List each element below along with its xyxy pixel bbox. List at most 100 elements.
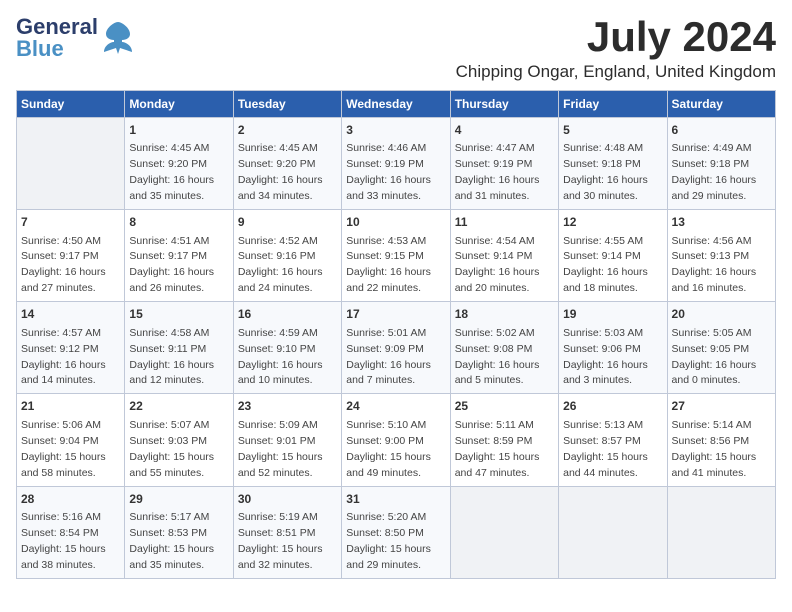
- day-info: Sunrise: 4:54 AM Sunset: 9:14 PM Dayligh…: [455, 235, 540, 295]
- day-number: 8: [129, 214, 228, 231]
- day-info: Sunrise: 5:02 AM Sunset: 9:08 PM Dayligh…: [455, 327, 540, 387]
- day-info: Sunrise: 4:57 AM Sunset: 9:12 PM Dayligh…: [21, 327, 106, 387]
- week-row-3: 14 Sunrise: 4:57 AM Sunset: 9:12 PM Dayli…: [17, 302, 776, 394]
- calendar-cell: 4 Sunrise: 4:47 AM Sunset: 9:19 PM Daylig…: [450, 118, 558, 210]
- day-number: 4: [455, 122, 554, 139]
- day-info: Sunrise: 4:53 AM Sunset: 9:15 PM Dayligh…: [346, 235, 431, 295]
- day-number: 2: [238, 122, 337, 139]
- day-number: 15: [129, 306, 228, 323]
- calendar-cell: 24Sunrise: 5:10 AM Sunset: 9:00 PM Dayli…: [342, 394, 450, 486]
- day-info: Sunrise: 5:11 AM Sunset: 8:59 PM Dayligh…: [455, 419, 540, 479]
- calendar-cell: [17, 118, 125, 210]
- day-number: 3: [346, 122, 445, 139]
- calendar-cell: 27 Sunrise: 5:14 AM Sunset: 8:56 PM Dayli…: [667, 394, 775, 486]
- calendar-cell: 16 Sunrise: 4:59 AM Sunset: 9:10 PM Dayli…: [233, 302, 341, 394]
- calendar-cell: 18 Sunrise: 5:02 AM Sunset: 9:08 PM Dayli…: [450, 302, 558, 394]
- day-info: Sunrise: 5:14 AM Sunset: 8:56 PM Dayligh…: [672, 419, 757, 479]
- calendar-cell: 5 Sunrise: 4:48 AM Sunset: 9:18 PM Daylig…: [559, 118, 667, 210]
- day-info: Sunrise: 4:48 AM Sunset: 9:18 PM Dayligh…: [563, 142, 648, 202]
- calendar-cell: 19 Sunrise: 5:03 AM Sunset: 9:06 PM Dayli…: [559, 302, 667, 394]
- day-number: 18: [455, 306, 554, 323]
- calendar-cell: 30 Sunrise: 5:19 AM Sunset: 8:51 PM Dayli…: [233, 486, 341, 578]
- day-info: Sunrise: 5:03 AM Sunset: 9:06 PM Dayligh…: [563, 327, 648, 387]
- calendar-cell: 21Sunrise: 5:06 AM Sunset: 9:04 PM Dayli…: [17, 394, 125, 486]
- calendar-cell: 7Sunrise: 4:50 AM Sunset: 9:17 PM Daylig…: [17, 210, 125, 302]
- weekday-header-row: SundayMondayTuesdayWednesdayThursdayFrid…: [17, 91, 776, 118]
- header-wednesday: Wednesday: [342, 91, 450, 118]
- calendar-cell: 29 Sunrise: 5:17 AM Sunset: 8:53 PM Dayli…: [125, 486, 233, 578]
- day-number: 27: [672, 398, 771, 415]
- calendar-cell: 25 Sunrise: 5:11 AM Sunset: 8:59 PM Dayli…: [450, 394, 558, 486]
- calendar-cell: 11 Sunrise: 4:54 AM Sunset: 9:14 PM Dayli…: [450, 210, 558, 302]
- week-row-1: 1 Sunrise: 4:45 AM Sunset: 9:20 PM Daylig…: [17, 118, 776, 210]
- title-block: July 2024 Chipping Ongar, England, Unite…: [456, 16, 776, 82]
- location-subtitle: Chipping Ongar, England, United Kingdom: [456, 62, 776, 82]
- calendar-cell: 20 Sunrise: 5:05 AM Sunset: 9:05 PM Dayli…: [667, 302, 775, 394]
- month-year-title: July 2024: [456, 16, 776, 58]
- day-number: 20: [672, 306, 771, 323]
- day-number: 28: [21, 491, 120, 508]
- day-number: 13: [672, 214, 771, 231]
- header-thursday: Thursday: [450, 91, 558, 118]
- calendar-cell: 26 Sunrise: 5:13 AM Sunset: 8:57 PM Dayli…: [559, 394, 667, 486]
- calendar-cell: 14 Sunrise: 4:57 AM Sunset: 9:12 PM Dayli…: [17, 302, 125, 394]
- day-info: Sunrise: 5:10 AM Sunset: 9:00 PM Dayligh…: [346, 419, 431, 479]
- calendar-cell: [450, 486, 558, 578]
- day-number: 14: [21, 306, 120, 323]
- day-number: 6: [672, 122, 771, 139]
- day-info: Sunrise: 5:07 AM Sunset: 9:03 PM Dayligh…: [129, 419, 214, 479]
- calendar-cell: 2Sunrise: 4:45 AM Sunset: 9:20 PM Daylig…: [233, 118, 341, 210]
- day-info: Sunrise: 5:05 AM Sunset: 9:05 PM Dayligh…: [672, 327, 757, 387]
- calendar-cell: 12 Sunrise: 4:55 AM Sunset: 9:14 PM Dayli…: [559, 210, 667, 302]
- day-info: Sunrise: 5:20 AM Sunset: 8:50 PM Dayligh…: [346, 511, 431, 571]
- calendar-cell: 17Sunrise: 5:01 AM Sunset: 9:09 PM Dayli…: [342, 302, 450, 394]
- calendar-cell: 1 Sunrise: 4:45 AM Sunset: 9:20 PM Daylig…: [125, 118, 233, 210]
- day-info: Sunrise: 4:45 AM Sunset: 9:20 PM Dayligh…: [129, 142, 214, 202]
- day-number: 23: [238, 398, 337, 415]
- day-info: Sunrise: 5:13 AM Sunset: 8:57 PM Dayligh…: [563, 419, 648, 479]
- day-number: 22: [129, 398, 228, 415]
- calendar-cell: [559, 486, 667, 578]
- week-row-4: 21Sunrise: 5:06 AM Sunset: 9:04 PM Dayli…: [17, 394, 776, 486]
- day-number: 10: [346, 214, 445, 231]
- logo-text: General: [16, 16, 98, 38]
- day-info: Sunrise: 4:56 AM Sunset: 9:13 PM Dayligh…: [672, 235, 757, 295]
- day-number: 19: [563, 306, 662, 323]
- calendar-cell: 23 Sunrise: 5:09 AM Sunset: 9:01 PM Dayli…: [233, 394, 341, 486]
- day-info: Sunrise: 5:09 AM Sunset: 9:01 PM Dayligh…: [238, 419, 323, 479]
- day-number: 12: [563, 214, 662, 231]
- day-info: Sunrise: 4:51 AM Sunset: 9:17 PM Dayligh…: [129, 235, 214, 295]
- day-number: 25: [455, 398, 554, 415]
- day-number: 7: [21, 214, 120, 231]
- day-number: 16: [238, 306, 337, 323]
- day-number: 1: [129, 122, 228, 139]
- calendar-cell: 8 Sunrise: 4:51 AM Sunset: 9:17 PM Daylig…: [125, 210, 233, 302]
- logo-bird-icon: [102, 20, 134, 56]
- week-row-2: 7Sunrise: 4:50 AM Sunset: 9:17 PM Daylig…: [17, 210, 776, 302]
- day-number: 30: [238, 491, 337, 508]
- day-number: 26: [563, 398, 662, 415]
- day-info: Sunrise: 4:59 AM Sunset: 9:10 PM Dayligh…: [238, 327, 323, 387]
- day-number: 29: [129, 491, 228, 508]
- header-sunday: Sunday: [17, 91, 125, 118]
- day-number: 11: [455, 214, 554, 231]
- calendar-cell: 10 Sunrise: 4:53 AM Sunset: 9:15 PM Dayli…: [342, 210, 450, 302]
- day-number: 17: [346, 306, 445, 323]
- calendar-cell: 9Sunrise: 4:52 AM Sunset: 9:16 PM Daylig…: [233, 210, 341, 302]
- day-info: Sunrise: 4:47 AM Sunset: 9:19 PM Dayligh…: [455, 142, 540, 202]
- header-tuesday: Tuesday: [233, 91, 341, 118]
- calendar-cell: 15 Sunrise: 4:58 AM Sunset: 9:11 PM Dayli…: [125, 302, 233, 394]
- day-info: Sunrise: 5:19 AM Sunset: 8:51 PM Dayligh…: [238, 511, 323, 571]
- day-info: Sunrise: 4:55 AM Sunset: 9:14 PM Dayligh…: [563, 235, 648, 295]
- header-saturday: Saturday: [667, 91, 775, 118]
- day-info: Sunrise: 5:17 AM Sunset: 8:53 PM Dayligh…: [129, 511, 214, 571]
- day-info: Sunrise: 4:58 AM Sunset: 9:11 PM Dayligh…: [129, 327, 214, 387]
- calendar-cell: 31Sunrise: 5:20 AM Sunset: 8:50 PM Dayli…: [342, 486, 450, 578]
- week-row-5: 28Sunrise: 5:16 AM Sunset: 8:54 PM Dayli…: [17, 486, 776, 578]
- day-number: 5: [563, 122, 662, 139]
- calendar-cell: 28Sunrise: 5:16 AM Sunset: 8:54 PM Dayli…: [17, 486, 125, 578]
- day-number: 9: [238, 214, 337, 231]
- day-number: 21: [21, 398, 120, 415]
- calendar-cell: 13 Sunrise: 4:56 AM Sunset: 9:13 PM Dayli…: [667, 210, 775, 302]
- calendar-cell: 6Sunrise: 4:49 AM Sunset: 9:18 PM Daylig…: [667, 118, 775, 210]
